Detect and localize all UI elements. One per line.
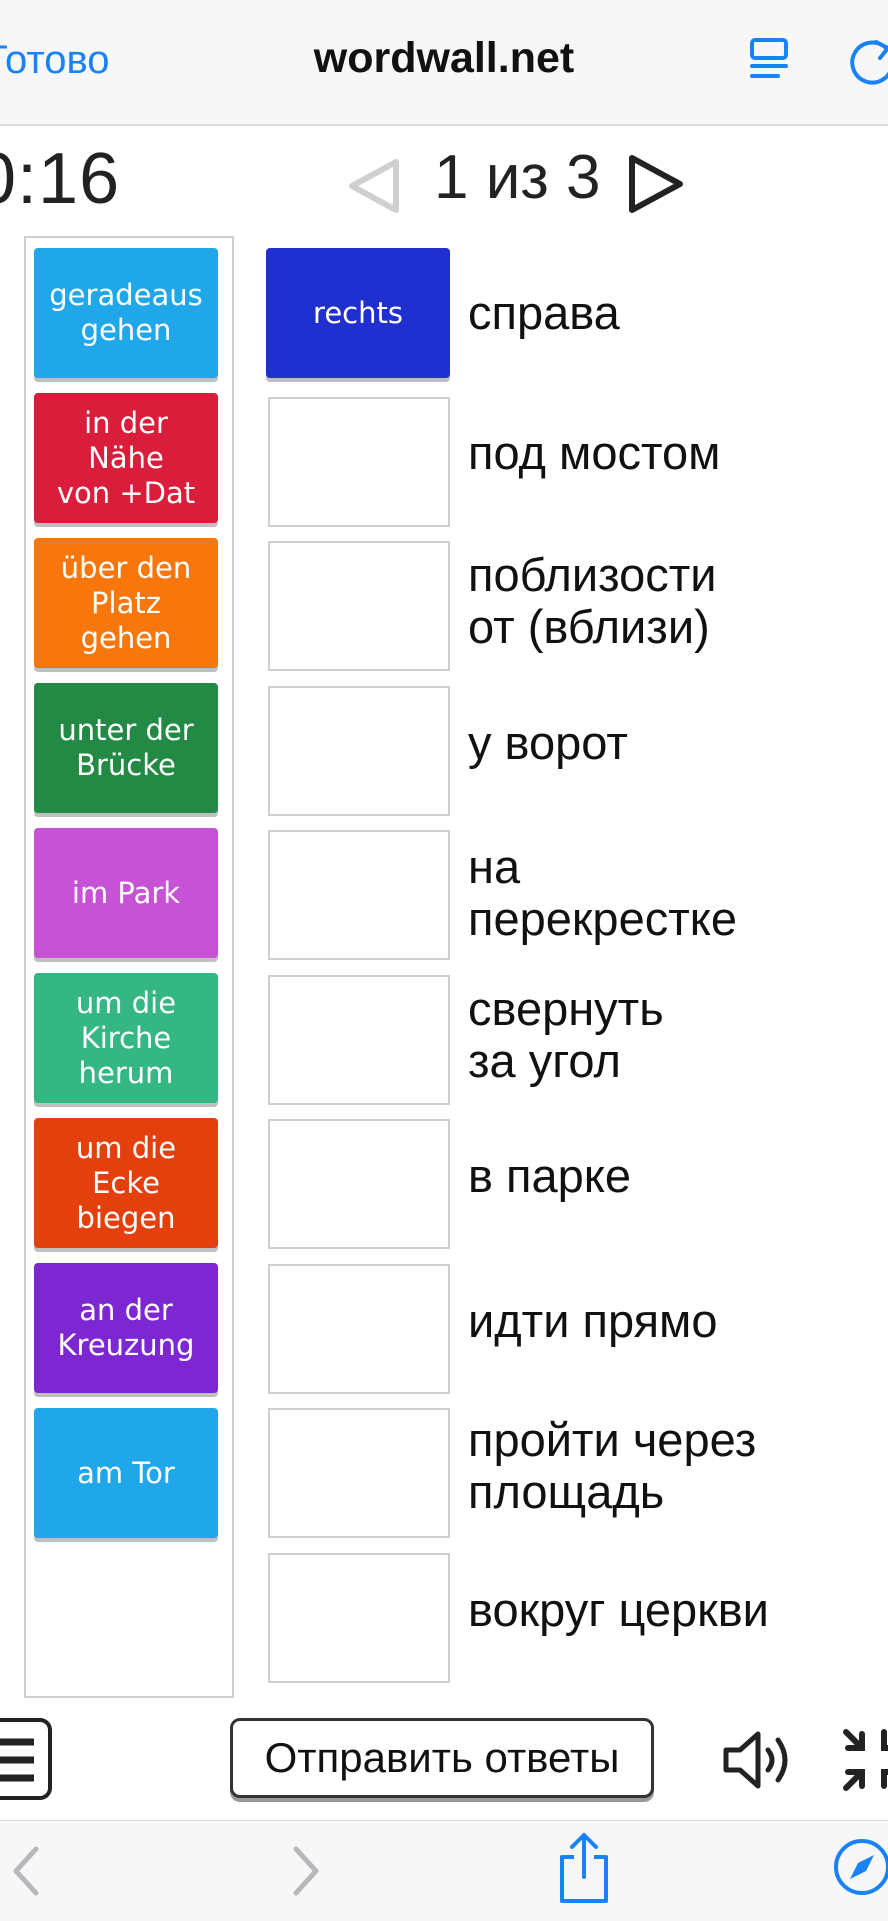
compass-icon[interactable] — [832, 1837, 888, 1897]
share-icon[interactable] — [556, 1831, 612, 1905]
answer-slot[interactable] — [268, 1264, 450, 1394]
answer-slot[interactable] — [268, 830, 450, 960]
reader-mode-icon[interactable] — [748, 36, 792, 84]
definition-3: у ворот — [468, 716, 628, 769]
definition-5: свернуть за угол — [468, 982, 664, 1087]
tile-in-der-naehe[interactable]: in der Nähe von +Dat — [34, 393, 218, 523]
forward-icon[interactable] — [286, 1843, 326, 1899]
tile-um-die-ecke[interactable]: um die Ecke biegen — [34, 1118, 218, 1248]
tile-im-park[interactable]: im Park — [34, 828, 218, 958]
sound-icon[interactable] — [722, 1730, 798, 1790]
prev-page-icon[interactable] — [344, 156, 404, 216]
page-indicator: 1 из 3 — [434, 143, 601, 212]
answer-slot[interactable] — [268, 541, 450, 671]
answer-slot[interactable] — [268, 397, 450, 527]
answer-slot[interactable] — [268, 1119, 450, 1249]
tile-an-der-kreuzung[interactable]: an der Kreuzung — [34, 1263, 218, 1393]
definition-8: пройти через площадь — [468, 1413, 757, 1518]
answer-slot[interactable] — [268, 975, 450, 1105]
definition-7: идти прямо — [468, 1294, 718, 1347]
definition-4: на перекрестке — [468, 840, 737, 945]
tile-ueber-den-platz[interactable]: über den Platz gehen — [34, 538, 218, 668]
timer: 0:16 — [0, 139, 121, 219]
browser-top-bar: Готово wordwall.net — [0, 0, 888, 126]
browser-bottom-bar — [0, 1820, 888, 1921]
answer-slot[interactable] — [268, 1553, 450, 1683]
menu-icon[interactable] — [0, 1718, 54, 1802]
back-icon[interactable] — [6, 1843, 46, 1899]
answer-slot[interactable] — [268, 1408, 450, 1538]
definition-0: справа — [468, 286, 620, 339]
tile-unter-der-bruecke[interactable]: unter der Brücke — [34, 683, 218, 813]
definition-9: вокруг церкви — [468, 1583, 769, 1636]
tile-geradeaus-gehen[interactable]: geradeaus gehen — [34, 248, 218, 378]
definition-1: под мостом — [468, 426, 721, 479]
definition-6: в парке — [468, 1149, 631, 1202]
tile-am-tor[interactable]: am Tor — [34, 1408, 218, 1538]
answer-slot[interactable] — [268, 686, 450, 816]
placed-tile-rechts[interactable]: rechts — [266, 248, 450, 378]
definition-2: поблизости от (вблизи) — [468, 548, 717, 653]
submit-answers-button[interactable]: Отправить ответы — [230, 1718, 654, 1798]
reload-icon[interactable] — [846, 36, 888, 88]
fullscreen-icon[interactable] — [840, 1726, 888, 1794]
tile-um-die-kirche[interactable]: um die Kirche herum — [34, 973, 218, 1103]
next-page-icon[interactable] — [624, 152, 688, 216]
